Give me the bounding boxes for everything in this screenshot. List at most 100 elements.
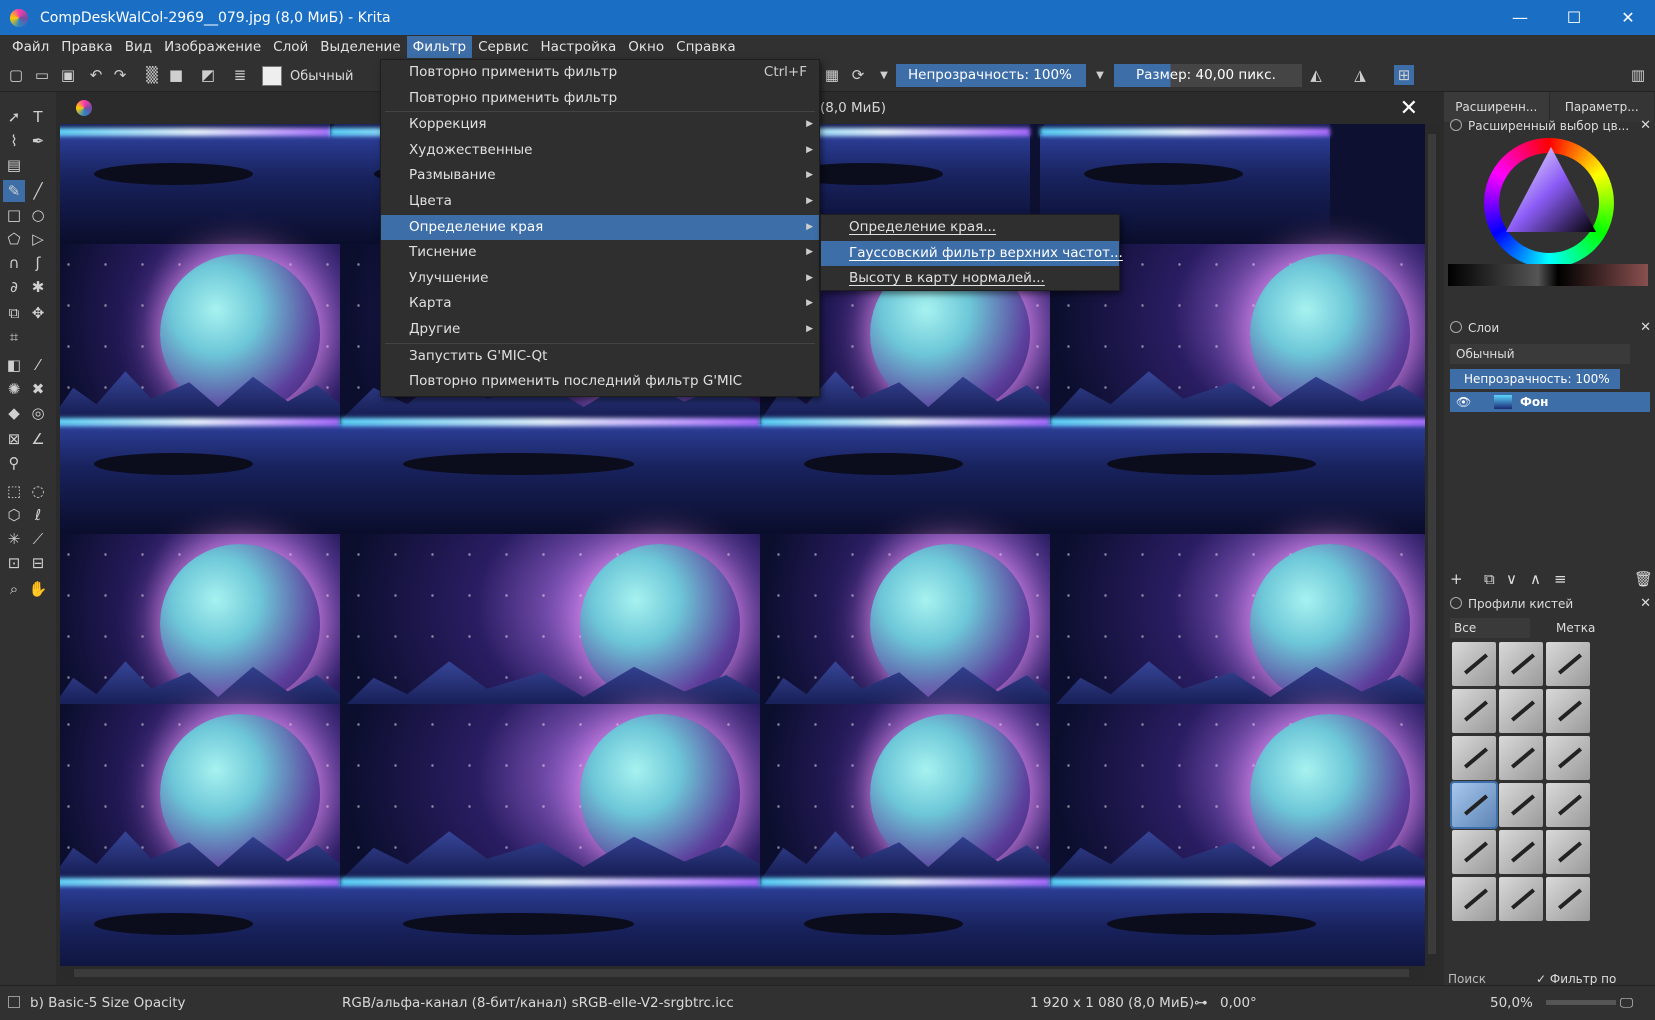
colorize-mask-tool-icon[interactable]: ✺ [3, 378, 25, 400]
fill-tool-icon[interactable]: ◆ [3, 402, 25, 424]
docker-lock-icon[interactable] [1450, 119, 1462, 131]
reload-preset-icon[interactable]: ⟳ [848, 65, 868, 85]
duplicate-layer-icon[interactable]: ⧉ [1484, 570, 1495, 588]
menu-view[interactable]: Вид [119, 36, 158, 58]
menu-item-edge-detection-filter[interactable]: Определение края... [821, 215, 1119, 241]
rectangle-tool-icon[interactable]: □ [3, 204, 25, 226]
brush-tag-button[interactable]: Метка [1540, 618, 1615, 638]
maximize-button[interactable]: ☐ [1547, 0, 1601, 35]
chevron-down-icon[interactable]: ▼ [874, 65, 894, 85]
mirror-horizontal-icon[interactable]: ◭ [1306, 65, 1326, 85]
gradient-editor-tool-icon[interactable]: ▤ [3, 154, 25, 176]
reapply-filter-item[interactable]: Повторно применить фильтр Ctrl+F [381, 60, 819, 86]
fg-bg-color-icon[interactable]: ◩ [198, 65, 218, 85]
select-shapes-tool-icon[interactable]: ➚ [3, 106, 25, 128]
layer-blend-mode-select[interactable]: Обычный [1450, 344, 1630, 364]
freehand-select-tool-icon[interactable]: ℓ [27, 504, 49, 526]
menu-select[interactable]: Выделение [314, 36, 406, 58]
polyline-tool-icon[interactable]: ▷ [27, 228, 49, 250]
docker-toggle-icon[interactable]: ▥ [1628, 65, 1648, 85]
brush-preset[interactable] [1499, 783, 1543, 827]
brush-preset[interactable] [1452, 877, 1496, 921]
new-file-icon[interactable]: ▢ [6, 65, 26, 85]
brush-preset[interactable] [1452, 642, 1496, 686]
menu-item-enhance[interactable]: Улучшение ▶ [381, 266, 819, 292]
menu-help[interactable]: Справка [670, 36, 741, 58]
pattern-icon[interactable]: ■ [166, 65, 186, 85]
add-layer-icon[interactable]: + [1450, 570, 1463, 588]
menu-edit[interactable]: Правка [55, 36, 118, 58]
reapply-filter-again-item[interactable]: Повторно применить фильтр [381, 86, 819, 112]
pan-tool-icon[interactable]: ✋ [27, 578, 49, 600]
magnetic-select-tool-icon[interactable]: ⊟ [27, 552, 49, 574]
opacity-slider[interactable]: Непрозрачность: 100% [896, 64, 1086, 87]
value-slider[interactable] [1448, 264, 1648, 286]
freehand-brush-tool-icon[interactable]: ✎ [3, 180, 25, 202]
brush-preset[interactable] [1452, 736, 1496, 780]
menu-item-start-gmic[interactable]: Запустить G'MIC-Qt [381, 344, 819, 370]
menu-item-artistic[interactable]: Художественные ▶ [381, 138, 819, 164]
zoom-slider[interactable] [1546, 1000, 1616, 1005]
brush-preset[interactable] [1546, 642, 1590, 686]
rotation-icon[interactable]: ⊶ [1194, 995, 1208, 1011]
mirror-vertical-icon[interactable]: ◮ [1350, 65, 1370, 85]
menu-item-colors[interactable]: Цвета ▶ [381, 189, 819, 215]
blend-mode-select[interactable]: Обычный [262, 65, 370, 87]
menu-item-blur[interactable]: Размывание ▶ [381, 163, 819, 189]
dynamic-brush-tool-icon[interactable]: ∂ [3, 276, 25, 298]
ellipse-select-tool-icon[interactable]: ◌ [27, 480, 49, 502]
menu-image[interactable]: Изображение [158, 36, 267, 58]
ellipse-tool-icon[interactable]: ○ [27, 204, 49, 226]
zoom-tool-icon[interactable]: ⌕ [3, 578, 25, 600]
brush-settings-icon[interactable]: ≣ [230, 65, 250, 85]
brush-search-input[interactable]: Поиск [1448, 972, 1486, 986]
move-layer-down-icon[interactable]: ∨ [1506, 570, 1517, 588]
docker-lock-icon[interactable] [1450, 597, 1462, 609]
fullscreen-icon[interactable]: 🖵 [1620, 995, 1633, 1011]
enclose-fill-tool-icon[interactable]: ◎ [27, 402, 49, 424]
menu-item-edge-detection[interactable]: Определение края ▶ [381, 214, 819, 241]
brush-preset[interactable] [1499, 736, 1543, 780]
measure-tool-icon[interactable]: ∠ [27, 428, 49, 450]
bezier-tool-icon[interactable]: ∩ [3, 252, 25, 274]
minimize-button[interactable]: — [1493, 0, 1547, 35]
docker-lock-icon[interactable] [1450, 321, 1462, 333]
wrap-around-icon[interactable]: ⊞ [1394, 65, 1414, 85]
brush-tag-filter-select[interactable]: Все [1450, 618, 1530, 638]
bezier-select-tool-icon[interactable]: ⊡ [3, 552, 25, 574]
layer-properties-icon[interactable]: ≡ [1554, 570, 1567, 588]
reference-tool-icon[interactable]: ⚲ [3, 452, 25, 474]
multibrush-tool-icon[interactable]: ✱ [27, 276, 49, 298]
brush-preset-selected[interactable] [1450, 781, 1498, 829]
close-window-button[interactable]: ✕ [1601, 0, 1655, 35]
assistant-tool-icon[interactable]: ⊠ [3, 428, 25, 450]
close-document-icon[interactable]: ✕ [1400, 96, 1418, 121]
similar-select-tool-icon[interactable]: ⟋ [27, 528, 49, 550]
brush-preset[interactable] [1546, 736, 1590, 780]
edit-shapes-tool-icon[interactable]: ⌇ [3, 130, 25, 152]
polygon-select-tool-icon[interactable]: ⬡ [3, 504, 25, 526]
menu-settings[interactable]: Настройка [535, 36, 623, 58]
save-icon[interactable]: ▣ [58, 65, 78, 85]
menu-item-adjust[interactable]: Коррекция ▶ [381, 112, 819, 138]
polygon-tool-icon[interactable]: ⬠ [3, 228, 25, 250]
brush-preset[interactable] [1546, 689, 1590, 733]
redo-icon[interactable]: ↷ [110, 65, 130, 85]
menu-item-map[interactable]: Карта ▶ [381, 291, 819, 317]
menu-tools[interactable]: Сервис [472, 36, 534, 58]
brush-preset[interactable] [1499, 689, 1543, 733]
eye-icon[interactable]: 👁 [1456, 392, 1471, 412]
menu-item-gaussian-high-pass[interactable]: Гауссовский фильтр верхних частот... [821, 240, 1123, 267]
contiguous-select-tool-icon[interactable]: ✳ [3, 528, 25, 550]
move-tool-icon[interactable]: ✥ [27, 302, 49, 324]
horizontal-scrollbar[interactable] [60, 966, 1425, 980]
menu-item-other[interactable]: Другие ▶ [381, 317, 819, 343]
brush-preset[interactable] [1452, 689, 1496, 733]
smart-patch-tool-icon[interactable]: ✖ [27, 378, 49, 400]
open-file-icon[interactable]: ▭ [32, 65, 52, 85]
line-tool-icon[interactable]: ╱ [27, 180, 49, 202]
menu-item-height-to-normal-map[interactable]: Высоту в карту нормалей... [821, 266, 1119, 292]
rotation-value[interactable]: 0,00° [1220, 995, 1257, 1011]
close-icon[interactable]: ✕ [1640, 318, 1651, 338]
vertical-scrollbar[interactable] [1425, 124, 1439, 966]
